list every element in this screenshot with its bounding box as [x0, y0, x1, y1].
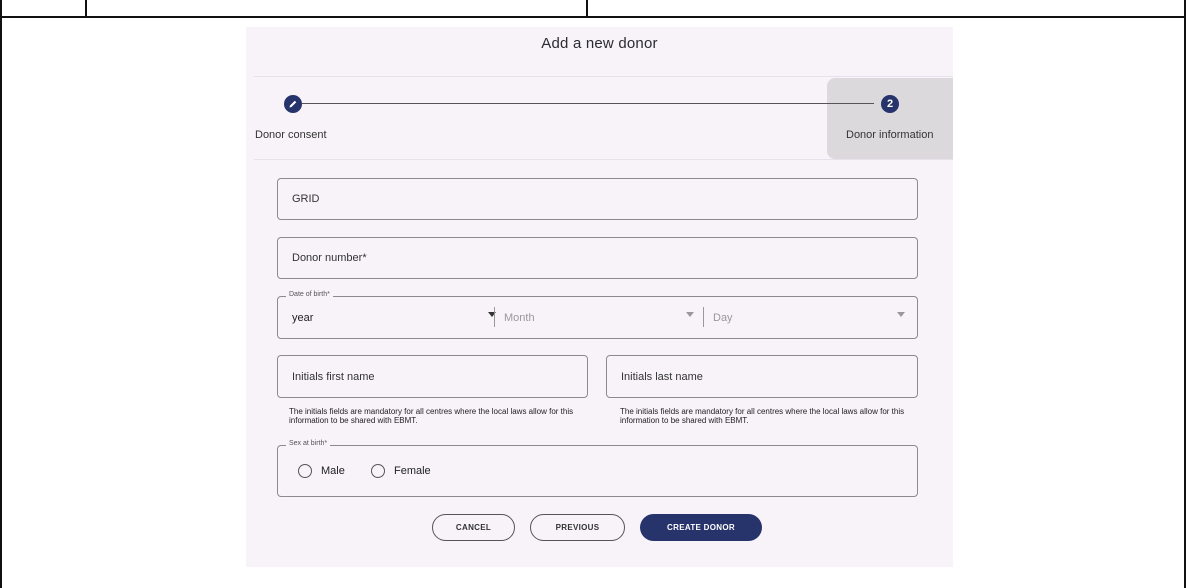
- chevron-down-icon: [897, 312, 905, 317]
- divider: [254, 159, 953, 160]
- initials-first-name-input[interactable]: [278, 356, 587, 397]
- initials-first-name-field[interactable]: [277, 355, 588, 398]
- radio-male-label: Male: [321, 465, 345, 477]
- active-step-highlight: [827, 78, 953, 159]
- donor-number-field[interactable]: [277, 237, 918, 279]
- pencil-icon[interactable]: [284, 95, 302, 113]
- grid-field[interactable]: [277, 178, 918, 220]
- radio-circle-icon[interactable]: [298, 464, 312, 478]
- day-select[interactable]: Day: [713, 297, 905, 338]
- year-select[interactable]: year: [292, 297, 496, 338]
- radio-male[interactable]: Male: [298, 464, 345, 478]
- donor-number-input[interactable]: [278, 238, 917, 278]
- top-table-strip: [0, 0, 1186, 18]
- window-left-border: [0, 0, 2, 588]
- chevron-down-icon: [686, 312, 694, 317]
- year-select-value: year: [292, 311, 314, 324]
- initials-last-helper-text: The initials fields are mandatory for al…: [620, 407, 905, 425]
- previous-button[interactable]: PREVIOUS: [530, 514, 625, 541]
- initials-last-name-field[interactable]: [606, 355, 918, 398]
- month-select-value: Month: [504, 311, 535, 324]
- initials-last-name-input[interactable]: [607, 356, 917, 397]
- day-select-value: Day: [713, 311, 733, 324]
- initials-first-helper-text: The initials fields are mandatory for al…: [289, 407, 574, 425]
- grid-input[interactable]: [278, 179, 917, 219]
- radio-circle-icon[interactable]: [371, 464, 385, 478]
- cancel-button[interactable]: CANCEL: [432, 514, 515, 541]
- dialog-title: Add a new donor: [541, 35, 658, 52]
- select-divider: [494, 307, 495, 327]
- select-divider: [703, 307, 704, 327]
- date-of-birth-group: Date of birth* year Month Day: [277, 291, 918, 339]
- create-donor-button[interactable]: CREATE DONOR: [640, 514, 762, 541]
- sex-at-birth-group: Sex at birth* Male Female: [277, 440, 918, 497]
- step-number-badge[interactable]: 2: [881, 95, 899, 113]
- divider: [254, 76, 953, 77]
- sex-at-birth-legend: Sex at birth*: [286, 440, 331, 447]
- step-label-donor-information[interactable]: Donor information: [846, 129, 933, 141]
- month-select[interactable]: Month: [504, 297, 694, 338]
- radio-female-label: Female: [394, 465, 431, 477]
- radio-female[interactable]: Female: [371, 464, 431, 478]
- column-divider: [85, 0, 87, 17]
- step-label-donor-consent[interactable]: Donor consent: [255, 129, 327, 141]
- stepper-connector: [302, 103, 874, 104]
- add-donor-dialog: Add a new donor Donor consent 2 Donor in…: [246, 27, 953, 567]
- column-divider: [586, 0, 588, 17]
